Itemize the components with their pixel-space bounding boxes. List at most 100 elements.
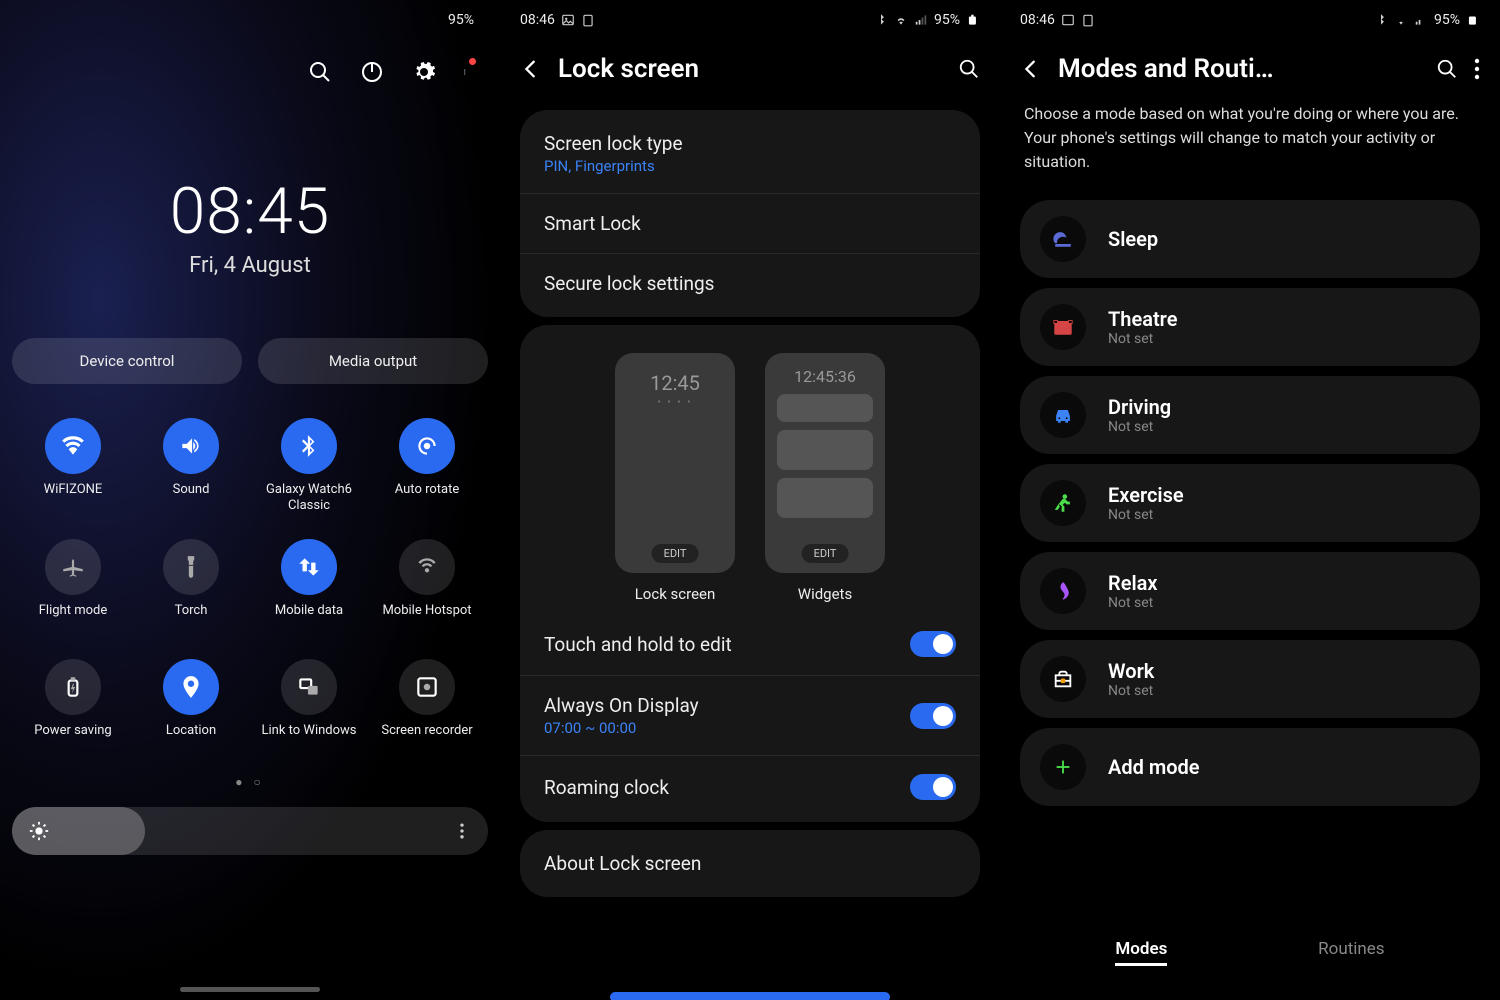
- qs-tile-link[interactable]: Link to Windows: [250, 659, 368, 755]
- row-title: Touch and hold to edit: [544, 633, 732, 656]
- tab-routines[interactable]: Routines: [1318, 939, 1384, 963]
- mode-relax[interactable]: RelaxNot set: [1020, 552, 1480, 630]
- home-indicator[interactable]: [180, 987, 320, 992]
- bottom-tabs: Modes Routines: [1000, 925, 1500, 980]
- qs-clock: 08:45 Fri, 4 August: [0, 174, 500, 278]
- qs-tile-label: Power saving: [34, 723, 111, 755]
- mode-theatre[interactable]: TheatreNot set: [1020, 288, 1480, 366]
- mode-sub: Not set: [1108, 419, 1460, 435]
- screen-lock-type-row[interactable]: Screen lock type PIN, Fingerprints: [520, 114, 980, 194]
- qs-tile-record[interactable]: Screen recorder: [368, 659, 486, 755]
- status-bar: 08:46 95%: [500, 0, 1000, 40]
- about-lock-screen-row[interactable]: About Lock screen: [520, 834, 980, 893]
- header: Modes and Routi…: [1000, 40, 1500, 102]
- image-icon: [561, 13, 575, 27]
- search-icon[interactable]: [308, 60, 332, 84]
- qs-date: Fri, 4 August: [0, 253, 500, 278]
- back-icon[interactable]: [520, 58, 542, 80]
- qs-tile-torch[interactable]: Torch: [132, 539, 250, 635]
- wifi-icon: [45, 418, 101, 474]
- toggle-switch[interactable]: [910, 703, 956, 729]
- edit-button[interactable]: EDIT: [652, 544, 699, 563]
- qs-tile-rotate[interactable]: Auto rotate: [368, 418, 486, 515]
- lock-screen-preview[interactable]: 12:45 • • • • EDIT Lock screen: [615, 353, 735, 603]
- back-icon[interactable]: [1020, 58, 1042, 80]
- mode-title: Sleep: [1108, 227, 1460, 251]
- brightness-more-icon[interactable]: [452, 821, 472, 841]
- exercise-icon: [1040, 480, 1086, 526]
- touch-hold-row[interactable]: Touch and hold to edit: [520, 613, 980, 676]
- driving-icon: [1040, 392, 1086, 438]
- qs-toolbar: [0, 40, 500, 94]
- mode-exercise[interactable]: ExerciseNot set: [1020, 464, 1480, 542]
- power-icon[interactable]: [360, 60, 384, 84]
- more-icon[interactable]: [1474, 57, 1480, 81]
- notification-dot-icon: [469, 58, 476, 65]
- qs-tile-hotspot[interactable]: Mobile Hotspot: [368, 539, 486, 635]
- data-icon: [281, 539, 337, 595]
- page-title: Modes and Routi…: [1058, 54, 1420, 84]
- row-title: Roaming clock: [544, 776, 669, 799]
- widget-placeholder-icon: [777, 430, 873, 470]
- record-icon: [399, 659, 455, 715]
- smart-lock-row[interactable]: Smart Lock: [520, 194, 980, 254]
- qs-tile-bluetooth[interactable]: Galaxy Watch6 Classic: [250, 418, 368, 515]
- qs-tile-label: Mobile data: [275, 603, 343, 635]
- theatre-icon: [1040, 304, 1086, 350]
- row-title: Always On Display: [544, 694, 910, 717]
- qs-tile-label: WiFIZONE: [44, 482, 103, 514]
- qs-tile-wifi[interactable]: WiFIZONE: [14, 418, 132, 515]
- toggle-switch[interactable]: [910, 631, 956, 657]
- quick-settings-panel: 95% 08:45 Fri, 4 August Device control M…: [0, 0, 500, 1000]
- secure-lock-row[interactable]: Secure lock settings: [520, 254, 980, 313]
- roaming-clock-row[interactable]: Roaming clock: [520, 756, 980, 818]
- row-sub: PIN, Fingerprints: [544, 157, 956, 175]
- bluetooth-icon: [1374, 13, 1388, 27]
- mode-title: Relax: [1108, 571, 1460, 595]
- mode-sub: Not set: [1108, 331, 1460, 347]
- add-mode-button[interactable]: Add mode: [1020, 728, 1480, 806]
- device-control-button[interactable]: Device control: [12, 338, 242, 384]
- modes-list: SleepTheatreNot setDrivingNot setExercis…: [1000, 200, 1500, 718]
- location-icon: [163, 659, 219, 715]
- gear-icon[interactable]: [412, 60, 436, 84]
- signal-icon: [914, 13, 928, 27]
- relax-icon: [1040, 568, 1086, 614]
- qs-tile-sound[interactable]: Sound: [132, 418, 250, 515]
- lock-screen-settings-panel: 08:46 95% Lock screen Screen lock type P…: [500, 0, 1000, 1000]
- home-indicator[interactable]: [610, 992, 890, 1000]
- qs-tile-label: Auto rotate: [395, 482, 460, 514]
- mode-driving[interactable]: DrivingNot set: [1020, 376, 1480, 454]
- widgets-preview[interactable]: 12:45:36 EDIT Widgets: [765, 353, 885, 603]
- qs-tile-plane[interactable]: Flight mode: [14, 539, 132, 635]
- header: Lock screen: [500, 40, 1000, 102]
- tab-modes[interactable]: Modes: [1115, 939, 1167, 966]
- qs-tile-data[interactable]: Mobile data: [250, 539, 368, 635]
- status-bar: 95%: [0, 0, 500, 40]
- preview-label: Lock screen: [635, 585, 716, 603]
- edit-button[interactable]: EDIT: [802, 544, 849, 563]
- sound-icon: [163, 418, 219, 474]
- brightness-slider[interactable]: [12, 807, 488, 855]
- qs-tile-battery[interactable]: Power saving: [14, 659, 132, 755]
- qs-tile-location[interactable]: Location: [132, 659, 250, 755]
- card-icon: [581, 13, 595, 27]
- mode-work[interactable]: WorkNot set: [1020, 640, 1480, 718]
- qs-tile-grid: WiFIZONE SoundGalaxy Watch6 Classic Auto r…: [0, 404, 500, 769]
- search-icon[interactable]: [1436, 58, 1458, 80]
- search-icon[interactable]: [958, 58, 980, 80]
- battery-icon: [1466, 13, 1480, 27]
- toggle-switch[interactable]: [910, 774, 956, 800]
- battery-percent: 95%: [934, 12, 960, 28]
- modes-routines-panel: 08:46 95% Modes and Routi… Choose a mode…: [1000, 0, 1500, 1000]
- mode-sleep[interactable]: Sleep: [1020, 200, 1480, 278]
- work-icon: [1040, 656, 1086, 702]
- mode-title: Driving: [1108, 395, 1460, 419]
- link-icon: [281, 659, 337, 715]
- qs-tile-label: Mobile Hotspot: [382, 603, 471, 635]
- aod-row[interactable]: Always On Display 07:00 ~ 00:00: [520, 676, 980, 756]
- add-mode-label: Add mode: [1108, 755, 1460, 779]
- media-output-button[interactable]: Media output: [258, 338, 488, 384]
- row-title: Secure lock settings: [544, 272, 714, 295]
- row-title: Screen lock type: [544, 132, 956, 155]
